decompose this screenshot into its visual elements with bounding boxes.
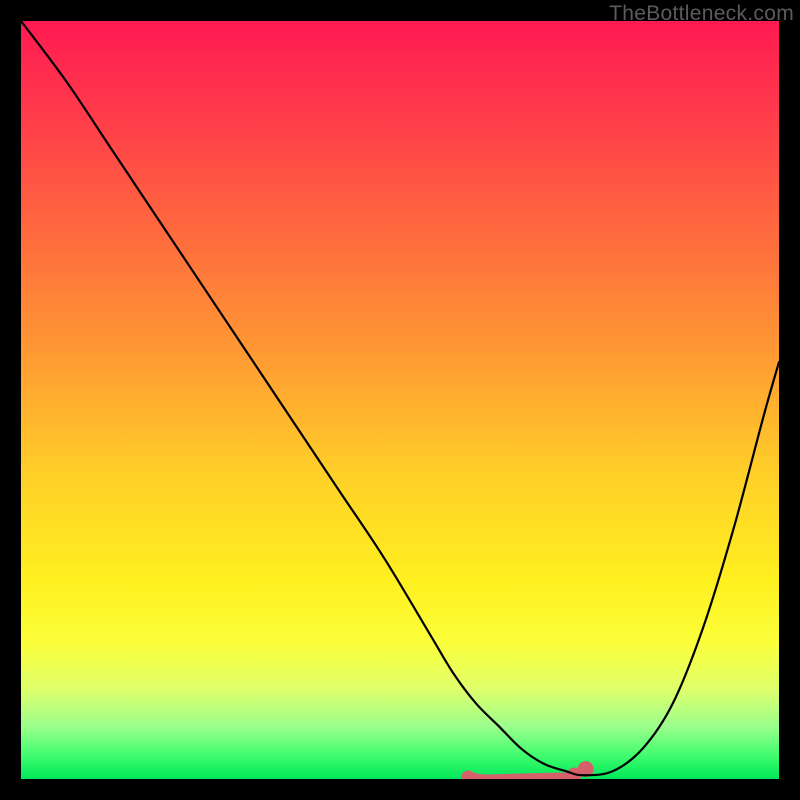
plot-area — [21, 21, 779, 779]
chart-frame — [21, 21, 779, 779]
curve-line — [21, 21, 779, 775]
chart-svg — [21, 21, 779, 779]
highlight-segment — [468, 761, 593, 779]
watermark-text: TheBottleneck.com — [609, 2, 794, 26]
